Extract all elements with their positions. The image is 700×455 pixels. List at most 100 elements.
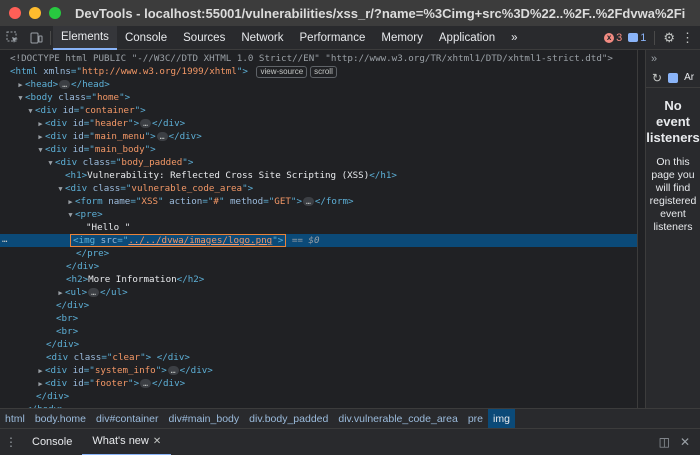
dom-close-div[interactable]: </div> bbox=[0, 260, 645, 273]
dom-node-img-selected[interactable]: … <img src="../../dvwa/images/logo.png">… bbox=[0, 234, 645, 247]
error-count: 3 bbox=[616, 31, 623, 44]
doctype-text: <!DOCTYPE html PUBLIC "-//W3C//DTD XHTML… bbox=[10, 53, 613, 64]
collapsed-ellipsis[interactable]: … bbox=[59, 80, 71, 89]
breadcrumb-body-padded[interactable]: div.body_padded bbox=[244, 409, 333, 429]
message-icon bbox=[628, 33, 639, 42]
drawer-controls: ◫ ✕ bbox=[659, 435, 700, 449]
collapsed-ellipsis[interactable]: … bbox=[140, 379, 151, 388]
html-tag-open: <html bbox=[10, 66, 38, 77]
window-controls bbox=[9, 7, 61, 19]
devtools-tabbar: Elements Console Sources Network Perform… bbox=[0, 25, 700, 50]
img-src-link[interactable]: ../../dvwa/images/logo.png bbox=[128, 235, 272, 246]
device-toolbar-icon[interactable] bbox=[24, 26, 48, 50]
hello-text: "Hello " bbox=[86, 222, 131, 233]
dom-tree[interactable]: <!DOCTYPE html PUBLIC "-//W3C//DTD XHTML… bbox=[0, 50, 645, 408]
dom-node-body[interactable]: ▼ <body class="home"> bbox=[0, 91, 645, 104]
window-titlebar: DevTools - localhost:55001/vulnerabiliti… bbox=[0, 0, 700, 26]
drawer-tab-console[interactable]: Console bbox=[22, 429, 82, 455]
dom-node-footer[interactable]: ▶ <div id="footer">… </div> bbox=[0, 377, 645, 390]
collapsed-ellipsis[interactable]: … bbox=[88, 288, 99, 297]
drawer-menu-icon[interactable]: ⋮ bbox=[0, 435, 22, 449]
event-listeners-panel: » ↻ Ar No event listeners On this page y… bbox=[645, 50, 700, 408]
breadcrumb-pre[interactable]: pre bbox=[463, 409, 488, 429]
sidebar-collapse-icon[interactable]: » bbox=[646, 50, 700, 68]
dom-node-h2[interactable]: <h2>More Information</h2> bbox=[0, 273, 645, 286]
dom-close-div[interactable]: </div> bbox=[0, 390, 645, 403]
dom-node-container[interactable]: ▼ <div id="container"> bbox=[0, 104, 645, 117]
dom-node-body-padded[interactable]: ▼ <div class="body_padded"> bbox=[0, 156, 645, 169]
node-actions-dots[interactable]: … bbox=[2, 234, 7, 247]
window-title: DevTools - localhost:55001/vulnerabiliti… bbox=[75, 5, 685, 21]
tab-sources[interactable]: Sources bbox=[175, 26, 233, 50]
collapsed-ellipsis[interactable]: … bbox=[302, 197, 314, 206]
dom-node-pre[interactable]: ▼ <pre> bbox=[0, 208, 645, 221]
close-drawer-icon[interactable]: ✕ bbox=[680, 435, 690, 449]
dom-node-clear[interactable]: <div class="clear"> </div> bbox=[0, 351, 645, 364]
tab-network[interactable]: Network bbox=[233, 26, 291, 50]
more-options-icon[interactable]: ⋮ bbox=[681, 30, 694, 46]
dom-node-system-info[interactable]: ▶ <div id="system_info">… </div> bbox=[0, 364, 645, 377]
refresh-icon[interactable]: ↻ bbox=[652, 71, 662, 85]
toolbar-divider bbox=[50, 30, 51, 45]
img-node-highlight[interactable]: <img src="../../dvwa/images/logo.png"> bbox=[70, 234, 287, 247]
maximize-window-button[interactable] bbox=[49, 7, 61, 19]
drawer-tab-whats-new[interactable]: What's new ✕ bbox=[82, 429, 172, 455]
event-listeners-toolbar: ↻ Ar bbox=[646, 68, 700, 88]
dom-node-header[interactable]: ▶ <div id="header">… </div> bbox=[0, 117, 645, 130]
tab-elements[interactable]: Elements bbox=[53, 25, 117, 50]
collapsed-ellipsis[interactable]: … bbox=[156, 132, 168, 141]
dom-node-h1[interactable]: <h1>Vulnerability: Reflected Cross Site … bbox=[0, 169, 645, 182]
dom-node-br[interactable]: <br> bbox=[0, 325, 645, 338]
whats-new-label: What's new bbox=[92, 435, 149, 447]
dock-side-icon[interactable]: ◫ bbox=[659, 435, 670, 449]
close-tab-icon[interactable]: ✕ bbox=[153, 436, 161, 447]
tab-performance[interactable]: Performance bbox=[292, 26, 374, 50]
dom-tree-scrollbar[interactable] bbox=[637, 50, 645, 408]
tab-console[interactable]: Console bbox=[117, 26, 175, 50]
minimize-window-button[interactable] bbox=[29, 7, 41, 19]
selected-node-marker: == $0 bbox=[291, 235, 320, 246]
breadcrumb-main-body[interactable]: div#main_body bbox=[164, 409, 245, 429]
close-window-button[interactable] bbox=[9, 7, 21, 19]
no-listeners-body: On this page you will find registered ev… bbox=[649, 156, 697, 233]
breadcrumb-container[interactable]: div#container bbox=[91, 409, 163, 429]
dom-node-main-menu[interactable]: ▶ <div id="main_menu">… </div> bbox=[0, 130, 645, 143]
ancestors-checkbox[interactable] bbox=[668, 72, 679, 83]
more-tabs-button[interactable]: » bbox=[503, 26, 525, 50]
dom-close-div[interactable]: </div> bbox=[0, 338, 645, 351]
dom-node-vulnerable-code-area[interactable]: ▼ <div class="vulnerable_code_area"> bbox=[0, 182, 645, 195]
h2-text: More Information bbox=[88, 274, 177, 285]
ancestors-label: Ar bbox=[684, 72, 695, 83]
dom-node-form[interactable]: ▶ <form name="XSS" action="#" method="GET… bbox=[0, 195, 645, 208]
breadcrumb-img[interactable]: img bbox=[488, 408, 515, 429]
tab-application[interactable]: Application bbox=[431, 26, 503, 50]
dom-close-pre[interactable]: </pre> bbox=[0, 247, 645, 260]
collapsed-ellipsis[interactable]: … bbox=[140, 119, 151, 128]
collapsed-ellipsis[interactable]: … bbox=[167, 366, 179, 375]
message-count: 1 bbox=[640, 31, 647, 44]
tab-memory[interactable]: Memory bbox=[373, 26, 431, 50]
dom-text-hello[interactable]: "Hello " bbox=[0, 221, 645, 234]
error-icon: x bbox=[604, 32, 615, 43]
error-badge[interactable]: x 3 bbox=[604, 32, 622, 44]
html-attr-value: http://www.w3.org/1999/xhtml bbox=[81, 66, 237, 77]
view-source-badge[interactable]: view-source bbox=[256, 66, 308, 78]
dom-node-ul[interactable]: ▶ <ul>… </ul> bbox=[0, 286, 645, 299]
inspect-element-icon[interactable] bbox=[0, 26, 24, 50]
message-badge[interactable]: 1 bbox=[628, 32, 646, 44]
settings-gear-icon[interactable]: ⚙ bbox=[663, 30, 675, 46]
toolbar-divider bbox=[654, 30, 656, 45]
scroll-badge[interactable]: scroll bbox=[310, 66, 337, 78]
breadcrumb-html[interactable]: html bbox=[0, 409, 30, 429]
breadcrumb-body[interactable]: body.home bbox=[30, 409, 91, 429]
breadcrumb: html body.home div#container div#main_bo… bbox=[0, 408, 700, 429]
dom-doctype[interactable]: <!DOCTYPE html PUBLIC "-//W3C//DTD XHTML… bbox=[0, 52, 645, 65]
dom-node-html[interactable]: <html xmlns="http://www.w3.org/1999/xhtm… bbox=[0, 65, 645, 78]
dom-close-div[interactable]: </div> bbox=[0, 299, 645, 312]
dom-node-main-body[interactable]: ▼ <div id="main_body"> bbox=[0, 143, 645, 156]
dom-node-head[interactable]: ▶ <head>… </head> bbox=[0, 78, 645, 91]
no-listeners-title: No event listeners bbox=[646, 98, 700, 145]
h1-text: Vulnerability: Reflected Cross Site Scri… bbox=[87, 170, 370, 181]
dom-node-br[interactable]: <br> bbox=[0, 312, 645, 325]
breadcrumb-vulnerable-code-area[interactable]: div.vulnerable_code_area bbox=[333, 409, 462, 429]
